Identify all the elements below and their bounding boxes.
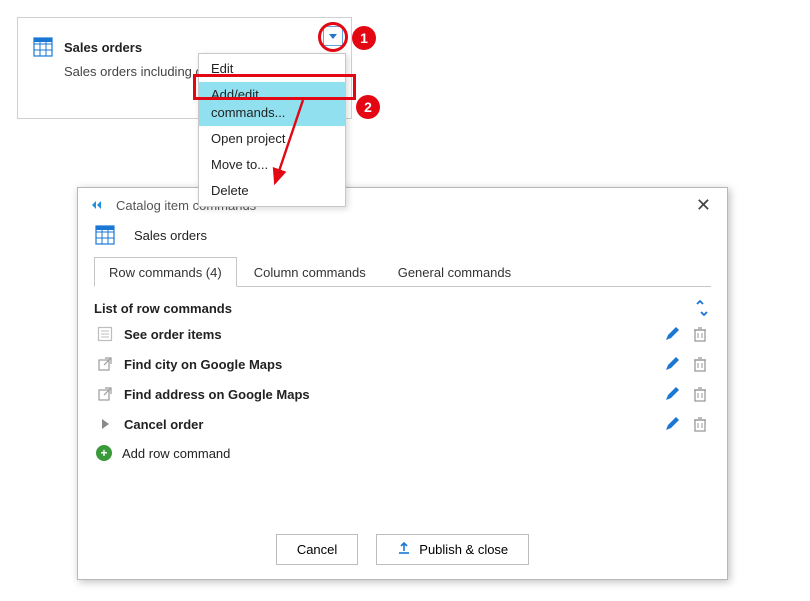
table-icon — [94, 224, 116, 246]
edit-icon[interactable] — [663, 355, 681, 373]
command-label: See order items — [124, 327, 663, 342]
commands-dialog: Catalog item commands ✕ Sales orders Row… — [77, 187, 728, 580]
tabs: Row commands (4) Column commands General… — [94, 256, 711, 287]
external-link-icon — [96, 385, 114, 403]
command-row: Find address on Google Maps — [94, 379, 711, 409]
command-label: Find city on Google Maps — [124, 357, 663, 372]
tab-row-commands[interactable]: Row commands (4) — [94, 257, 237, 287]
close-button[interactable]: ✕ — [690, 192, 717, 218]
delete-icon[interactable] — [691, 355, 709, 373]
context-menu: Edit Add/edit commands... Open project M… — [198, 53, 346, 207]
publish-label: Publish & close — [419, 542, 508, 557]
dialog-titlebar: Catalog item commands ✕ — [78, 188, 727, 222]
command-label: Cancel order — [124, 417, 663, 432]
menu-item-open-project[interactable]: Open project — [199, 126, 345, 152]
delete-icon[interactable] — [691, 325, 709, 343]
upload-icon — [397, 541, 411, 558]
delete-icon[interactable] — [691, 415, 709, 433]
edit-icon[interactable] — [663, 325, 681, 343]
app-icon — [92, 199, 108, 211]
dialog-footer: Cancel Publish & close — [78, 520, 727, 579]
chevron-down-icon — [329, 34, 337, 39]
edit-icon[interactable] — [663, 385, 681, 403]
delete-icon[interactable] — [691, 385, 709, 403]
dialog-catalog-name: Sales orders — [134, 228, 207, 243]
catalog-menu-trigger[interactable] — [323, 26, 343, 46]
command-label: Find address on Google Maps — [124, 387, 663, 402]
add-row-command[interactable]: + Add row command — [94, 439, 711, 467]
callout-badge-2: 2 — [356, 95, 380, 119]
publish-close-button[interactable]: Publish & close — [376, 534, 529, 565]
add-row-label: Add row command — [122, 446, 230, 461]
tab-general-commands[interactable]: General commands — [383, 257, 526, 287]
callout-badge-1: 1 — [352, 26, 376, 50]
menu-item-edit[interactable]: Edit — [199, 56, 345, 82]
command-row: Find city on Google Maps — [94, 349, 711, 379]
menu-item-delete[interactable]: Delete — [199, 178, 345, 204]
command-list: See order items Find city on Google Maps — [94, 319, 711, 467]
callout-number: 1 — [360, 30, 368, 46]
command-row: See order items — [94, 319, 711, 349]
command-row: Cancel order — [94, 409, 711, 439]
details-icon — [96, 325, 114, 343]
external-link-icon — [96, 355, 114, 373]
plus-icon: + — [96, 445, 112, 461]
sort-icon[interactable] — [693, 299, 711, 317]
menu-item-move-to[interactable]: Move to... — [199, 152, 345, 178]
play-icon — [96, 415, 114, 433]
cancel-label: Cancel — [297, 542, 337, 557]
edit-icon[interactable] — [663, 415, 681, 433]
list-header: List of row commands — [94, 301, 232, 316]
menu-item-add-edit-commands[interactable]: Add/edit commands... — [199, 82, 345, 126]
tab-column-commands[interactable]: Column commands — [239, 257, 381, 287]
cancel-button[interactable]: Cancel — [276, 534, 358, 565]
table-icon — [32, 36, 54, 58]
catalog-title: Sales orders — [64, 40, 142, 55]
callout-number: 2 — [364, 99, 372, 115]
